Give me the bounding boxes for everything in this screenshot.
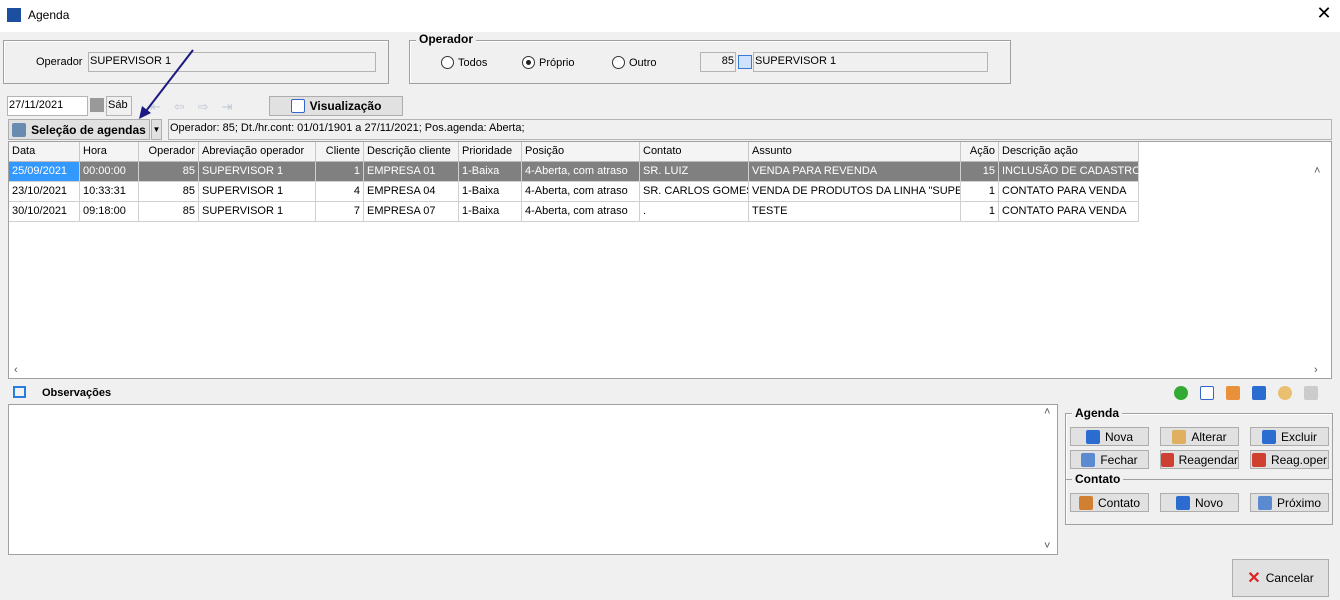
annotation-arrow <box>139 49 194 119</box>
